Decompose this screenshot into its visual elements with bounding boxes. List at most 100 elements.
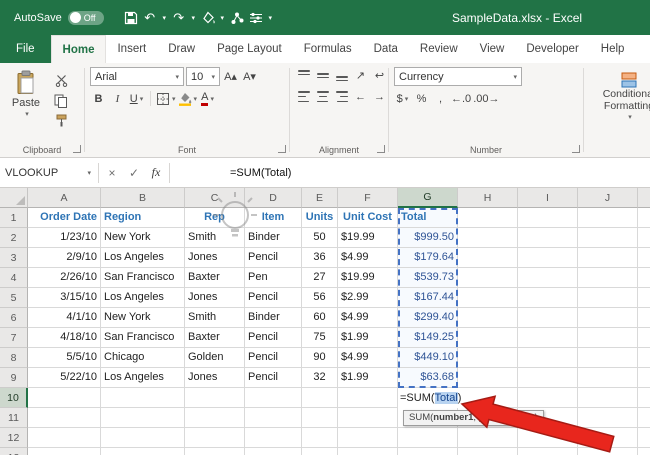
- underline-button[interactable]: U ▾: [128, 90, 145, 107]
- autosave-switch[interactable]: Off: [67, 10, 104, 25]
- increase-decimal-button[interactable]: ←.0: [451, 90, 471, 107]
- enter-button[interactable]: ✓: [123, 162, 145, 184]
- align-left-button[interactable]: [295, 88, 312, 105]
- cell-F8[interactable]: $4.99: [338, 348, 398, 368]
- cell-K2[interactable]: [638, 228, 650, 248]
- cell-H12[interactable]: [458, 428, 518, 448]
- cell-G4[interactable]: $539.73: [398, 268, 458, 288]
- cell-G1[interactable]: Total: [398, 208, 458, 228]
- cell-F7[interactable]: $1.99: [338, 328, 398, 348]
- dialog-launcher-icon[interactable]: [377, 145, 385, 153]
- borders-button[interactable]: ▾: [156, 90, 176, 107]
- cell-G7[interactable]: $149.25: [398, 328, 458, 348]
- cell-E1[interactable]: Units: [302, 208, 338, 228]
- cell-F12[interactable]: [338, 428, 398, 448]
- cell-J8[interactable]: [578, 348, 638, 368]
- column-header-C[interactable]: C: [185, 188, 245, 208]
- cell-G2[interactable]: $999.50: [398, 228, 458, 248]
- cell-K1[interactable]: [638, 208, 650, 228]
- cell-B6[interactable]: New York: [101, 308, 185, 328]
- decrease-font-size-button[interactable]: A▾: [241, 68, 258, 85]
- cell-K9[interactable]: [638, 368, 650, 388]
- cell-K6[interactable]: [638, 308, 650, 328]
- cell-F9[interactable]: $1.99: [338, 368, 398, 388]
- cell-D5[interactable]: Pencil: [245, 288, 302, 308]
- cell-J7[interactable]: [578, 328, 638, 348]
- cell-B13[interactable]: [101, 448, 185, 455]
- cell-H13[interactable]: [458, 448, 518, 455]
- cell-A13[interactable]: [28, 448, 101, 455]
- save-button[interactable]: [122, 7, 140, 29]
- column-header-E[interactable]: E: [302, 188, 338, 208]
- column-header-G[interactable]: G: [398, 188, 458, 208]
- decrease-indent-button[interactable]: ←: [352, 88, 369, 105]
- cell-J1[interactable]: [578, 208, 638, 228]
- cell-C2[interactable]: Smith: [185, 228, 245, 248]
- cell-J3[interactable]: [578, 248, 638, 268]
- cell-C1[interactable]: Rep: [185, 208, 245, 228]
- column-header-K[interactable]: K: [638, 188, 650, 208]
- paste-button[interactable]: Paste ▾: [5, 67, 47, 128]
- column-header-D[interactable]: D: [245, 188, 302, 208]
- cell-E6[interactable]: 60: [302, 308, 338, 328]
- accounting-format-button[interactable]: $ ▾: [394, 90, 411, 107]
- cell-D9[interactable]: Pencil: [245, 368, 302, 388]
- row-header-8[interactable]: 8: [0, 348, 28, 368]
- cell-F1[interactable]: Unit Cost: [338, 208, 398, 228]
- redo-dropdown[interactable]: ▾: [189, 14, 198, 22]
- cell-C5[interactable]: Jones: [185, 288, 245, 308]
- cell-I12[interactable]: [518, 428, 578, 448]
- cell-I6[interactable]: [518, 308, 578, 328]
- cell-H6[interactable]: [458, 308, 518, 328]
- fill-color-quick-button[interactable]: [199, 7, 217, 29]
- cancel-button[interactable]: ×: [101, 162, 123, 184]
- column-header-B[interactable]: B: [101, 188, 185, 208]
- cell-I3[interactable]: [518, 248, 578, 268]
- cell-C3[interactable]: Jones: [185, 248, 245, 268]
- align-center-button[interactable]: [314, 88, 331, 105]
- cell-I4[interactable]: [518, 268, 578, 288]
- orientation-button[interactable]: ↗: [352, 67, 369, 84]
- font-size-select[interactable]: 10 ▾: [186, 67, 220, 86]
- cell-E10[interactable]: [302, 388, 338, 408]
- italic-button[interactable]: I: [109, 90, 126, 107]
- formula-input[interactable]: =SUM(Total): [230, 167, 291, 179]
- cell-B2[interactable]: New York: [101, 228, 185, 248]
- cell-H2[interactable]: [458, 228, 518, 248]
- cell-C11[interactable]: [185, 408, 245, 428]
- cell-D13[interactable]: [245, 448, 302, 455]
- cell-A4[interactable]: 2/26/10: [28, 268, 101, 288]
- cell-B11[interactable]: [101, 408, 185, 428]
- redo-button[interactable]: ↷: [170, 7, 188, 29]
- column-header-F[interactable]: F: [338, 188, 398, 208]
- tab-home[interactable]: Home: [50, 35, 107, 63]
- increase-indent-button[interactable]: →: [371, 88, 388, 105]
- cell-H8[interactable]: [458, 348, 518, 368]
- cell-E4[interactable]: 27: [302, 268, 338, 288]
- bold-button[interactable]: B: [90, 90, 107, 107]
- cell-J4[interactable]: [578, 268, 638, 288]
- row-header-7[interactable]: 7: [0, 328, 28, 348]
- align-bottom-button[interactable]: [333, 67, 350, 84]
- increase-font-size-button[interactable]: A▴: [222, 68, 239, 85]
- cell-F3[interactable]: $4.99: [338, 248, 398, 268]
- fill-color-dropdown[interactable]: ▾: [218, 14, 227, 22]
- cell-F10[interactable]: [338, 388, 398, 408]
- cell-H1[interactable]: [458, 208, 518, 228]
- cell-K8[interactable]: [638, 348, 650, 368]
- cell-G12[interactable]: [398, 428, 458, 448]
- cell-H3[interactable]: [458, 248, 518, 268]
- cell-H7[interactable]: [458, 328, 518, 348]
- cell-F5[interactable]: $2.99: [338, 288, 398, 308]
- cell-C12[interactable]: [185, 428, 245, 448]
- quick-tool-molecule-button[interactable]: [228, 7, 246, 29]
- cell-A11[interactable]: [28, 408, 101, 428]
- customize-toolbar-chevron[interactable]: ▾: [266, 14, 275, 22]
- cell-D3[interactable]: Pencil: [245, 248, 302, 268]
- cell-C6[interactable]: Smith: [185, 308, 245, 328]
- cell-D10[interactable]: [245, 388, 302, 408]
- comma-style-button[interactable]: ,: [432, 90, 449, 107]
- cell-I13[interactable]: [518, 448, 578, 455]
- cell-J12[interactable]: [578, 428, 638, 448]
- row-header-12[interactable]: 12: [0, 428, 28, 448]
